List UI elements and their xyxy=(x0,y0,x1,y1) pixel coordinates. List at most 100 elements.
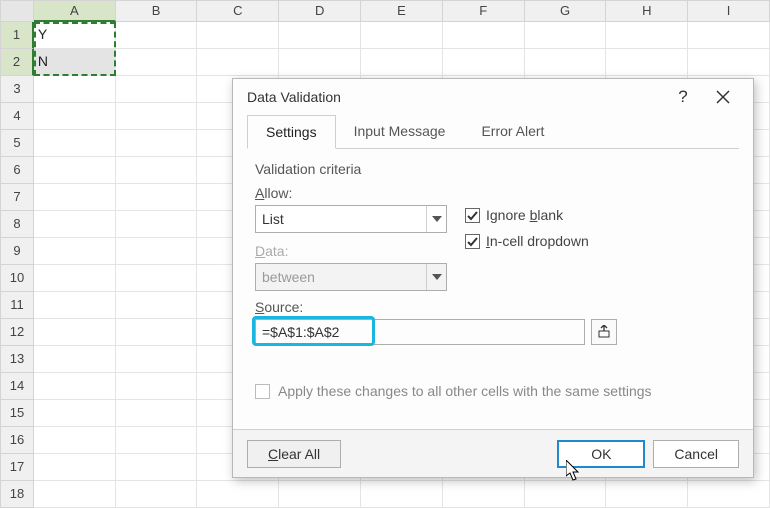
cell-E1[interactable] xyxy=(361,22,443,49)
ignore-blank-checkbox[interactable]: Ignore blank xyxy=(465,207,589,223)
cell-F2[interactable] xyxy=(443,49,525,76)
col-header-F[interactable]: F xyxy=(443,0,525,22)
cell-D18[interactable] xyxy=(279,481,361,508)
col-header-B[interactable]: B xyxy=(116,0,198,22)
row-header-17[interactable]: 17 xyxy=(0,454,34,481)
cell-A4[interactable] xyxy=(34,103,116,130)
cancel-button[interactable]: Cancel xyxy=(653,440,739,468)
cell-B18[interactable] xyxy=(116,481,198,508)
tab-input-message[interactable]: Input Message xyxy=(336,115,464,148)
cell-A2[interactable]: N xyxy=(34,49,116,76)
cell-B10[interactable] xyxy=(116,265,198,292)
cell-B9[interactable] xyxy=(116,238,198,265)
row-header-4[interactable]: 4 xyxy=(0,103,34,130)
range-picker-button[interactable] xyxy=(591,319,617,345)
cell-H1[interactable] xyxy=(606,22,688,49)
col-header-G[interactable]: G xyxy=(525,0,607,22)
cell-B15[interactable] xyxy=(116,400,198,427)
allow-select[interactable]: List xyxy=(255,205,447,233)
cell-H18[interactable] xyxy=(606,481,688,508)
row-header-10[interactable]: 10 xyxy=(0,265,34,292)
cell-A17[interactable] xyxy=(34,454,116,481)
row-header-1[interactable]: 1 xyxy=(0,22,34,49)
cell-B16[interactable] xyxy=(116,427,198,454)
source-input[interactable]: =$A$1:$A$2 xyxy=(255,319,585,345)
row-header-3[interactable]: 3 xyxy=(0,76,34,103)
cell-A5[interactable] xyxy=(34,130,116,157)
row-header-9[interactable]: 9 xyxy=(0,238,34,265)
row-header-8[interactable]: 8 xyxy=(0,211,34,238)
cell-C1[interactable] xyxy=(197,22,279,49)
cell-E2[interactable] xyxy=(361,49,443,76)
col-header-H[interactable]: H xyxy=(606,0,688,22)
tab-settings[interactable]: Settings xyxy=(247,115,336,149)
cell-D2[interactable] xyxy=(279,49,361,76)
cell-A14[interactable] xyxy=(34,373,116,400)
cell-A10[interactable] xyxy=(34,265,116,292)
data-label: Data: xyxy=(255,243,447,259)
cell-A7[interactable] xyxy=(34,184,116,211)
cell-G18[interactable] xyxy=(525,481,607,508)
cell-F1[interactable] xyxy=(443,22,525,49)
cell-B17[interactable] xyxy=(116,454,198,481)
col-header-E[interactable]: E xyxy=(361,0,443,22)
col-header-C[interactable]: C xyxy=(197,0,279,22)
cell-A16[interactable] xyxy=(34,427,116,454)
tab-error-alert[interactable]: Error Alert xyxy=(463,115,562,148)
clear-all-button[interactable]: Clear All xyxy=(247,440,341,468)
row-header-13[interactable]: 13 xyxy=(0,346,34,373)
cell-A8[interactable] xyxy=(34,211,116,238)
row-header-16[interactable]: 16 xyxy=(0,427,34,454)
incell-dropdown-checkbox[interactable]: In-cell dropdown xyxy=(465,233,589,249)
cell-G2[interactable] xyxy=(525,49,607,76)
cell-B14[interactable] xyxy=(116,373,198,400)
row-header-6[interactable]: 6 xyxy=(0,157,34,184)
row-header-11[interactable]: 11 xyxy=(0,292,34,319)
cell-C2[interactable] xyxy=(197,49,279,76)
cell-A3[interactable] xyxy=(34,76,116,103)
cell-F18[interactable] xyxy=(443,481,525,508)
cell-H2[interactable] xyxy=(606,49,688,76)
cell-A12[interactable] xyxy=(34,319,116,346)
col-header-D[interactable]: D xyxy=(279,0,361,22)
cell-A15[interactable] xyxy=(34,400,116,427)
cell-A6[interactable] xyxy=(34,157,116,184)
row-header-7[interactable]: 7 xyxy=(0,184,34,211)
cell-B4[interactable] xyxy=(116,103,198,130)
cell-D1[interactable] xyxy=(279,22,361,49)
close-icon[interactable] xyxy=(703,82,743,112)
col-header-I[interactable]: I xyxy=(688,0,770,22)
cell-B12[interactable] xyxy=(116,319,198,346)
cell-B11[interactable] xyxy=(116,292,198,319)
cell-E18[interactable] xyxy=(361,481,443,508)
cell-G1[interactable] xyxy=(525,22,607,49)
cell-I1[interactable] xyxy=(688,22,770,49)
cell-B1[interactable] xyxy=(116,22,198,49)
apply-all-label: Apply these changes to all other cells w… xyxy=(278,383,652,399)
select-all-corner[interactable] xyxy=(0,0,34,22)
row-header-14[interactable]: 14 xyxy=(0,373,34,400)
ok-button[interactable]: OK xyxy=(557,440,645,468)
cell-B3[interactable] xyxy=(116,76,198,103)
row-header-5[interactable]: 5 xyxy=(0,130,34,157)
cell-A1[interactable]: Y xyxy=(34,22,116,49)
cell-I18[interactable] xyxy=(688,481,770,508)
cell-B7[interactable] xyxy=(116,184,198,211)
cell-B2[interactable] xyxy=(116,49,198,76)
row-header-18[interactable]: 18 xyxy=(0,481,34,508)
cell-A11[interactable] xyxy=(34,292,116,319)
row-header-2[interactable]: 2 xyxy=(0,49,34,76)
cell-A18[interactable] xyxy=(34,481,116,508)
cell-A13[interactable] xyxy=(34,346,116,373)
cell-A9[interactable] xyxy=(34,238,116,265)
cell-B8[interactable] xyxy=(116,211,198,238)
row-header-12[interactable]: 12 xyxy=(0,319,34,346)
cell-B13[interactable] xyxy=(116,346,198,373)
col-header-A[interactable]: A xyxy=(34,0,116,22)
row-header-15[interactable]: 15 xyxy=(0,400,34,427)
help-icon[interactable]: ? xyxy=(663,82,703,112)
cell-B5[interactable] xyxy=(116,130,198,157)
cell-I2[interactable] xyxy=(688,49,770,76)
cell-B6[interactable] xyxy=(116,157,198,184)
cell-C18[interactable] xyxy=(197,481,279,508)
